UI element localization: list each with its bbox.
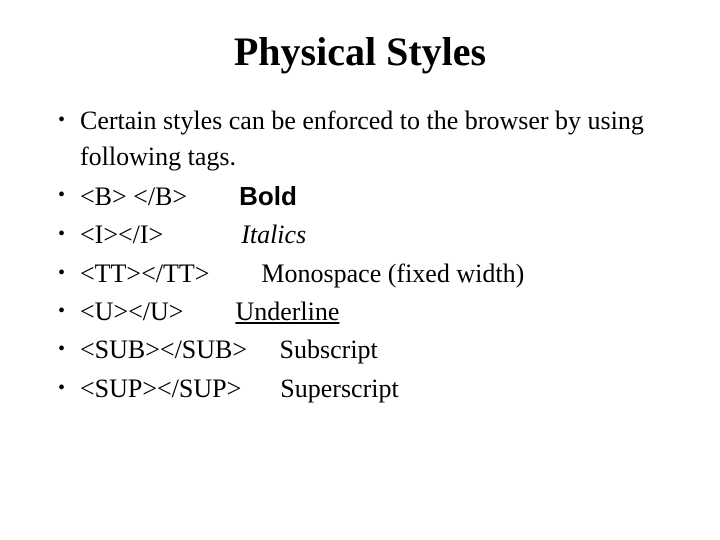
list-item: <U></U> Underline bbox=[58, 294, 680, 330]
list-item: <TT></TT> Monospace (fixed width) bbox=[58, 256, 680, 292]
list-item: <SUB></SUB> Subscript bbox=[58, 332, 680, 368]
bullet-list: Certain styles can be enforced to the br… bbox=[40, 103, 680, 407]
tag-text: <SUB></SUB> bbox=[80, 335, 280, 364]
tag-text: <U></U> bbox=[80, 297, 235, 326]
style-label-superscript: Superscript bbox=[280, 374, 398, 403]
style-label-monospace: Monospace (fixed width) bbox=[261, 259, 524, 288]
style-label-bold: Bold bbox=[239, 181, 297, 211]
slide-title: Physical Styles bbox=[40, 28, 680, 75]
tag-text: <I></I> bbox=[80, 220, 241, 249]
style-label-subscript: Subscript bbox=[280, 335, 378, 364]
style-label-underline: Underline bbox=[235, 297, 339, 326]
list-item: Certain styles can be enforced to the br… bbox=[58, 103, 680, 176]
list-item: <I></I> Italics bbox=[58, 217, 680, 253]
style-label-italics: Italics bbox=[241, 220, 306, 249]
tag-text: <B> </B> bbox=[80, 182, 239, 211]
list-item: <B> </B> Bold bbox=[58, 178, 680, 215]
tag-text: <TT></TT> bbox=[80, 259, 261, 288]
tag-text: <SUP></SUP> bbox=[80, 374, 280, 403]
list-item: <SUP></SUP> Superscript bbox=[58, 371, 680, 407]
